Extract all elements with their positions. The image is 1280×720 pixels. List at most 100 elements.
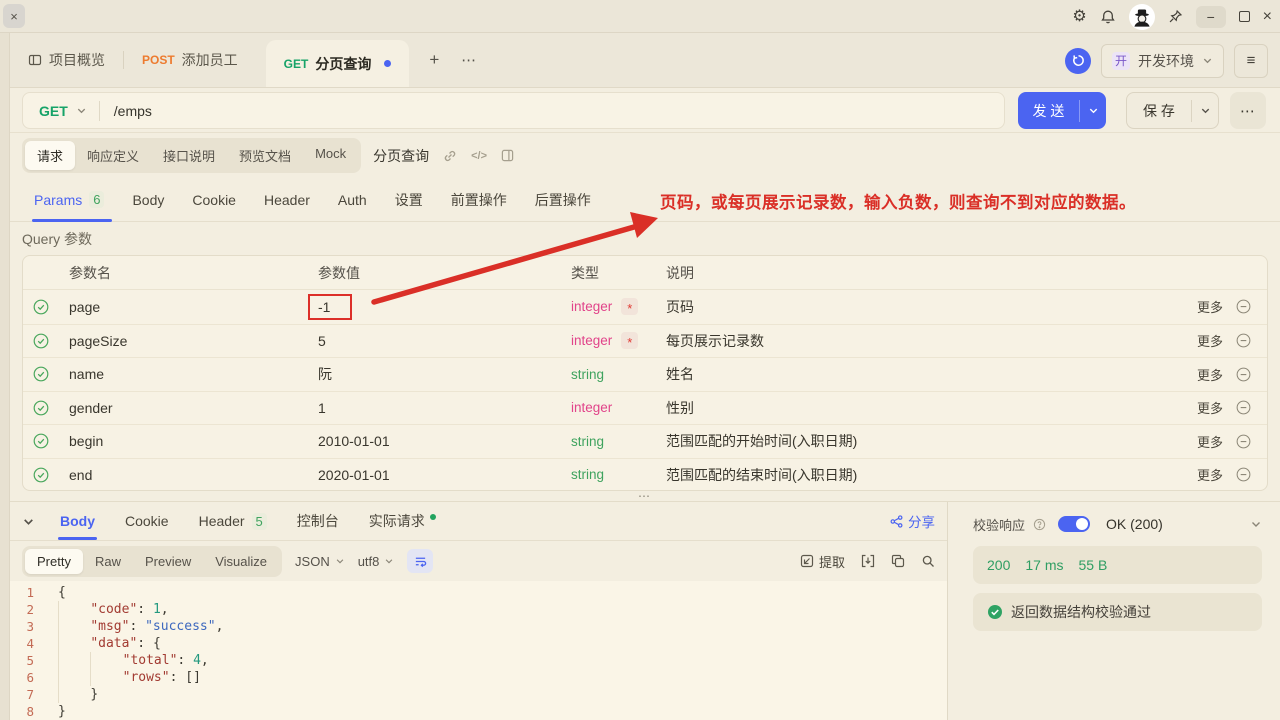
doc-tab-response-def[interactable]: 响应定义 xyxy=(75,141,151,170)
save-button[interactable]: 保 存 xyxy=(1126,92,1219,129)
param-name[interactable]: gender xyxy=(59,400,306,416)
resp-tab-console[interactable]: 控制台 xyxy=(282,502,354,540)
doc-tab-mock[interactable]: Mock xyxy=(303,141,358,170)
resp-tab-body[interactable]: Body xyxy=(45,502,110,540)
remove-param-icon[interactable] xyxy=(1236,434,1251,449)
send-button[interactable]: 发 送 xyxy=(1018,92,1106,129)
panel-resize-handle[interactable]: ⋯ xyxy=(10,491,1280,501)
param-value-cell[interactable]: 2010-01-01 xyxy=(306,433,561,449)
remove-param-icon[interactable] xyxy=(1236,367,1251,382)
tab-header[interactable]: Header xyxy=(250,178,324,221)
extract-button[interactable]: 提取 xyxy=(800,552,845,571)
tab-project-overview[interactable]: 项目概览 xyxy=(22,33,111,88)
search-icon[interactable] xyxy=(921,554,935,568)
copy-icon[interactable] xyxy=(891,554,905,568)
notifications-bell-icon[interactable] xyxy=(1100,9,1116,25)
help-icon[interactable] xyxy=(1033,518,1046,531)
mode-pretty[interactable]: Pretty xyxy=(25,549,83,574)
param-name[interactable]: end xyxy=(59,467,306,483)
tab-pre-actions[interactable]: 前置操作 xyxy=(437,178,521,221)
param-name[interactable]: begin xyxy=(59,433,306,449)
window-close-button[interactable]: × xyxy=(1263,8,1272,26)
save-response-icon[interactable] xyxy=(861,554,875,568)
resp-tab-actual-request[interactable]: 实际请求 xyxy=(354,502,451,540)
window-maximize-button[interactable] xyxy=(1239,11,1250,22)
param-value[interactable]: 5 xyxy=(318,333,326,349)
url-path[interactable]: /emps xyxy=(114,103,152,119)
param-more-button[interactable]: 更多 xyxy=(1197,365,1223,384)
collapsed-sidebar-strip[interactable] xyxy=(0,33,10,720)
param-name[interactable]: pageSize xyxy=(59,333,306,349)
tab-post-add-employee[interactable]: POST 添加员工 xyxy=(136,33,244,88)
tab-overflow-button[interactable]: ⋯ xyxy=(455,51,483,69)
tab-params[interactable]: Params 6 xyxy=(22,178,118,221)
param-desc[interactable]: 每页展示记录数 xyxy=(661,331,1175,351)
param-enabled-checkbox[interactable] xyxy=(23,467,59,483)
tab-post-actions[interactable]: 后置操作 xyxy=(521,178,605,221)
tab-settings[interactable]: 设置 xyxy=(381,178,437,221)
response-body-editor[interactable]: 1{2 "code": 1,3 "msg": "success",4 "data… xyxy=(10,581,947,720)
environment-menu-button[interactable]: ≡ xyxy=(1234,44,1268,78)
param-value-cell[interactable]: 1 xyxy=(306,400,561,416)
param-enabled-checkbox[interactable] xyxy=(23,433,59,449)
doc-tab-preview[interactable]: 预览文档 xyxy=(227,141,303,170)
param-value-cell[interactable]: -1 xyxy=(306,294,561,320)
save-dropdown[interactable] xyxy=(1192,105,1218,116)
new-tab-button[interactable]: + xyxy=(423,50,445,70)
param-more-button[interactable]: 更多 xyxy=(1197,331,1223,350)
tab-cookie[interactable]: Cookie xyxy=(178,178,250,221)
param-enabled-checkbox[interactable] xyxy=(23,299,59,315)
encoding-select[interactable]: utf8 xyxy=(358,554,395,569)
param-value[interactable]: 2020-01-01 xyxy=(318,467,390,483)
remove-param-icon[interactable] xyxy=(1236,400,1251,415)
param-value[interactable]: 阮 xyxy=(318,364,332,384)
word-wrap-toggle[interactable] xyxy=(407,549,433,573)
doc-tab-api-doc[interactable]: 接口说明 xyxy=(151,141,227,170)
mode-visualize[interactable]: Visualize xyxy=(203,549,279,574)
tab-body[interactable]: Body xyxy=(118,178,178,221)
param-more-button[interactable]: 更多 xyxy=(1197,465,1223,484)
format-select[interactable]: JSON xyxy=(295,554,345,569)
window-minimize-button[interactable]: − xyxy=(1196,6,1226,28)
param-more-button[interactable]: 更多 xyxy=(1197,297,1223,316)
remove-param-icon[interactable] xyxy=(1236,467,1251,482)
resp-tab-cookie[interactable]: Cookie xyxy=(110,502,184,540)
param-name[interactable]: name xyxy=(59,366,306,382)
doc-tab-request[interactable]: 请求 xyxy=(25,141,75,170)
param-value-cell[interactable]: 2020-01-01 xyxy=(306,467,561,483)
tab-auth[interactable]: Auth xyxy=(324,178,381,221)
split-panel-icon[interactable] xyxy=(501,149,514,162)
param-value-cell[interactable]: 阮 xyxy=(306,364,561,384)
settings-gear-icon[interactable]: ⚙ xyxy=(1072,9,1086,25)
request-more-button[interactable]: ⋯ xyxy=(1230,92,1266,129)
link-icon[interactable] xyxy=(443,149,457,163)
param-name[interactable]: page xyxy=(59,299,306,315)
code-icon[interactable]: </> xyxy=(471,150,487,162)
share-button[interactable]: 分享 xyxy=(890,511,935,531)
param-enabled-checkbox[interactable] xyxy=(23,333,59,349)
resp-tab-header[interactable]: Header 5 xyxy=(184,502,282,540)
tab-get-page-query-active[interactable]: GET 分页查询 xyxy=(266,40,410,87)
param-enabled-checkbox[interactable] xyxy=(23,400,59,416)
param-enabled-checkbox[interactable] xyxy=(23,366,59,382)
method-select[interactable]: GET xyxy=(39,103,68,119)
overlay-close-button[interactable]: × xyxy=(3,4,25,28)
request-url-input[interactable]: GET /emps xyxy=(22,92,1005,129)
pin-icon[interactable] xyxy=(1168,9,1183,24)
environment-selector[interactable]: 开 开发环境 xyxy=(1101,44,1224,78)
send-dropdown[interactable] xyxy=(1080,105,1106,116)
mode-preview[interactable]: Preview xyxy=(133,549,203,574)
mode-raw[interactable]: Raw xyxy=(83,549,133,574)
param-value[interactable]: -1 xyxy=(308,294,352,320)
remove-param-icon[interactable] xyxy=(1236,333,1251,348)
chevron-down-icon[interactable] xyxy=(1250,518,1262,530)
param-desc[interactable]: 性别 xyxy=(661,398,1175,418)
param-desc[interactable]: 范围匹配的结束时间(入职日期) xyxy=(661,465,1175,485)
param-desc[interactable]: 姓名 xyxy=(661,364,1175,384)
param-desc[interactable]: 范围匹配的开始时间(入职日期) xyxy=(661,431,1175,451)
param-desc[interactable]: 页码 xyxy=(661,297,1175,317)
collapse-chevron-icon[interactable] xyxy=(22,515,35,528)
validate-toggle[interactable] xyxy=(1058,516,1090,532)
user-avatar[interactable] xyxy=(1129,4,1155,30)
param-value-cell[interactable]: 5 xyxy=(306,333,561,349)
